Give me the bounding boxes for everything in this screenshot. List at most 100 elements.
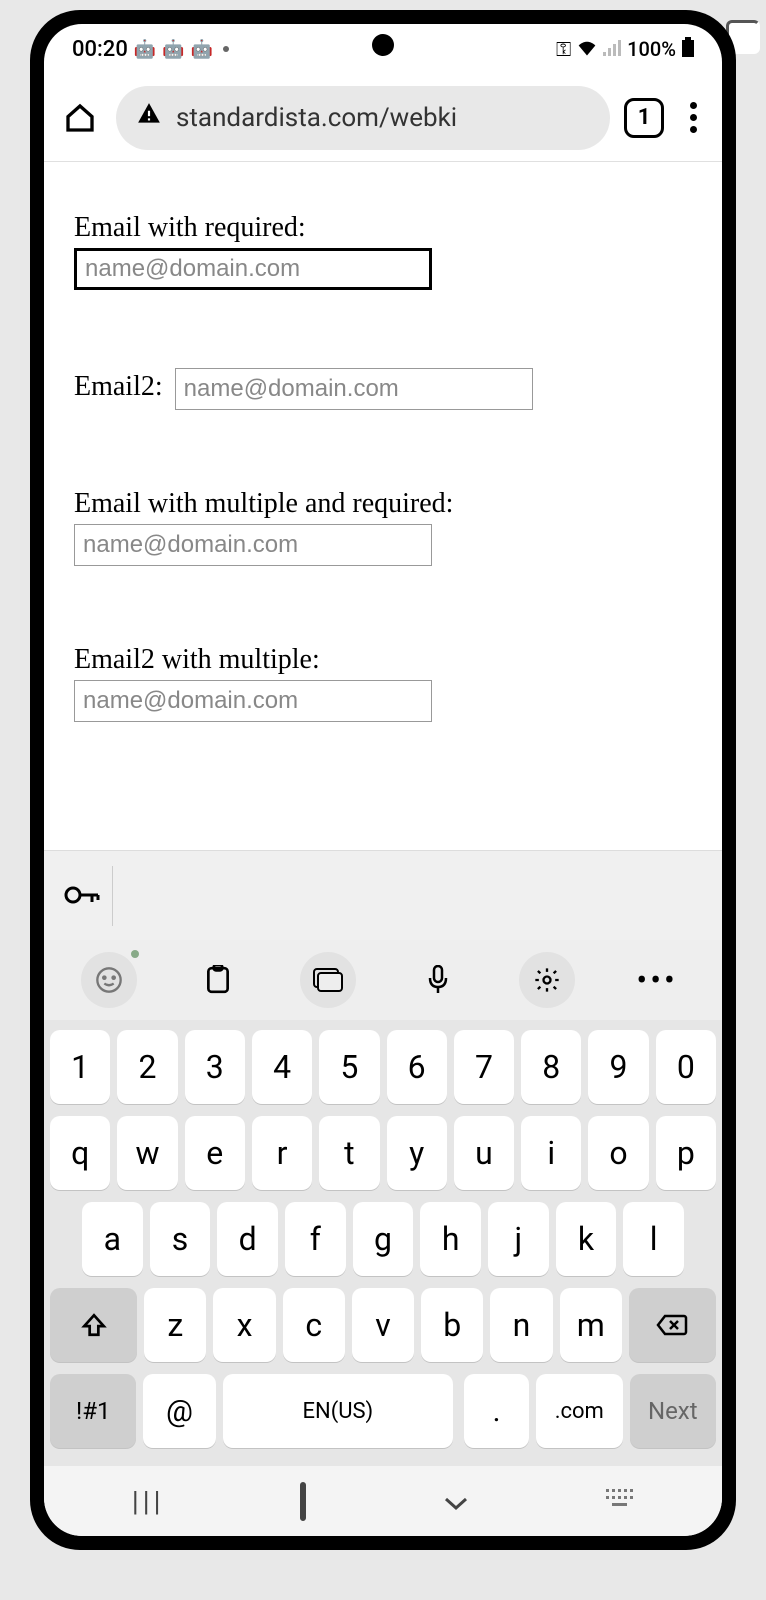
key-j[interactable]: j (488, 1202, 549, 1276)
next-key[interactable]: Next (630, 1374, 716, 1448)
key-b[interactable]: b (421, 1288, 483, 1362)
more-button[interactable]: ••• (629, 952, 685, 1008)
url-bar[interactable]: standardista.com/webki (116, 86, 610, 150)
key-t[interactable]: t (319, 1116, 379, 1190)
field-label: Email with multiple and required: (74, 488, 692, 520)
tab-count-text: 1 (638, 105, 651, 130)
home-button[interactable] (300, 1485, 306, 1518)
field-label: Email2: (74, 371, 163, 403)
key-4[interactable]: 4 (252, 1030, 312, 1104)
status-left: 00:20 🤖 🤖 🤖 (72, 37, 229, 62)
keyboard-settings-button[interactable] (300, 952, 356, 1008)
android-icon: 🤖 (191, 39, 213, 60)
key-p[interactable]: p (656, 1116, 716, 1190)
system-nav-bar: ||| (44, 1466, 722, 1536)
form-field: Email2 with multiple: (74, 644, 692, 722)
key-h[interactable]: h (420, 1202, 481, 1276)
kb-row-letters: asdfghjkl (50, 1202, 716, 1276)
overflow-menu-button[interactable] (678, 102, 708, 133)
key-n[interactable]: n (490, 1288, 552, 1362)
wifi-icon (577, 37, 597, 61)
password-key-icon[interactable] (56, 878, 108, 913)
key-r[interactable]: r (252, 1116, 312, 1190)
camera-notch (372, 34, 394, 56)
keyboard-switch-button[interactable] (606, 1489, 634, 1514)
kb-row-bottom: !#1 @ EN(US) . .com Next (50, 1374, 716, 1448)
form-field: Email with required: (74, 212, 692, 290)
space-key[interactable]: EN(US) (223, 1374, 454, 1448)
screen: 00:20 🤖 🤖 🤖 ⚿ 100% (44, 24, 722, 1536)
field-label: Email2 with multiple: (74, 644, 692, 676)
email-input[interactable] (74, 248, 432, 290)
virtual-keyboard: 1234567890 qwertyuiop asdfghjkl zxcvbnm … (44, 1020, 722, 1466)
key-e[interactable]: e (185, 1116, 245, 1190)
key-f[interactable]: f (285, 1202, 346, 1276)
key-l[interactable]: l (623, 1202, 684, 1276)
symbols-key[interactable]: !#1 (50, 1374, 136, 1448)
clipboard-button[interactable] (190, 952, 246, 1008)
kb-row-numbers: 1234567890 (50, 1030, 716, 1104)
at-key[interactable]: @ (143, 1374, 215, 1448)
form-field: Email with multiple and required: (74, 488, 692, 566)
key-y[interactable]: y (387, 1116, 447, 1190)
key-s[interactable]: s (150, 1202, 211, 1276)
email-input[interactable] (74, 524, 432, 566)
shift-key[interactable] (50, 1288, 137, 1362)
keyboard-hide-button[interactable] (442, 1485, 470, 1518)
key-c[interactable]: c (283, 1288, 345, 1362)
gear-button[interactable] (519, 952, 575, 1008)
key-8[interactable]: 8 (521, 1030, 581, 1104)
vpn-key-icon: ⚿ (556, 37, 571, 61)
key-u[interactable]: u (454, 1116, 514, 1190)
voice-input-button[interactable] (410, 952, 466, 1008)
key-7[interactable]: 7 (454, 1030, 514, 1104)
key-z[interactable]: z (144, 1288, 206, 1362)
key-a[interactable]: a (82, 1202, 143, 1276)
emoji-button[interactable] (81, 952, 137, 1008)
period-key[interactable]: . (464, 1374, 529, 1448)
key-6[interactable]: 6 (387, 1030, 447, 1104)
key-o[interactable]: o (588, 1116, 648, 1190)
battery-icon (682, 37, 694, 62)
email-input[interactable] (175, 368, 533, 410)
email-input[interactable] (74, 680, 432, 722)
signal-icon (603, 37, 621, 61)
browser-toolbar: standardista.com/webki 1 (44, 74, 722, 162)
dotcom-key[interactable]: .com (536, 1374, 622, 1448)
field-label: Email with required: (74, 212, 692, 244)
device-frame: 00:20 🤖 🤖 🤖 ⚿ 100% (30, 10, 736, 1550)
kb-row-letters: zxcvbnm (50, 1288, 716, 1362)
keyboard-toolbar: ••• (44, 940, 722, 1020)
autofill-bar (44, 850, 722, 940)
home-button[interactable] (58, 96, 102, 140)
key-m[interactable]: m (560, 1288, 622, 1362)
recents-button[interactable]: ||| (132, 1485, 165, 1518)
notification-dot (223, 46, 229, 52)
clock: 00:20 (72, 37, 128, 62)
battery-text: 100% (627, 37, 676, 61)
divider (112, 866, 113, 926)
key-2[interactable]: 2 (117, 1030, 177, 1104)
kb-row-letters: qwertyuiop (50, 1116, 716, 1190)
key-x[interactable]: x (213, 1288, 275, 1362)
key-g[interactable]: g (353, 1202, 414, 1276)
form-field: Email2: (74, 368, 692, 410)
key-v[interactable]: v (352, 1288, 414, 1362)
key-k[interactable]: k (556, 1202, 617, 1276)
key-3[interactable]: 3 (185, 1030, 245, 1104)
android-icon: 🤖 (134, 39, 156, 60)
key-5[interactable]: 5 (319, 1030, 379, 1104)
key-9[interactable]: 9 (588, 1030, 648, 1104)
key-d[interactable]: d (217, 1202, 278, 1276)
key-q[interactable]: q (50, 1116, 110, 1190)
key-1[interactable]: 1 (50, 1030, 110, 1104)
key-0[interactable]: 0 (656, 1030, 716, 1104)
backspace-key[interactable] (629, 1288, 716, 1362)
key-w[interactable]: w (117, 1116, 177, 1190)
insecure-site-icon (136, 101, 162, 134)
page-content[interactable]: Email with required: Email2: Email with … (44, 162, 722, 850)
android-icon: 🤖 (162, 39, 184, 60)
key-i[interactable]: i (521, 1116, 581, 1190)
tab-switcher-button[interactable]: 1 (624, 98, 664, 138)
status-right: ⚿ 100% (556, 37, 694, 62)
